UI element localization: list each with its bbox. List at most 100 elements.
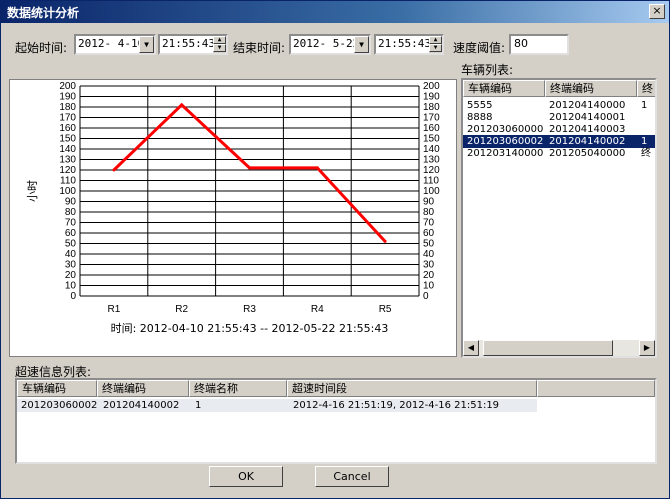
speed-threshold-input[interactable]: 80 — [509, 34, 569, 55]
y-tick-label-left: 110 — [60, 176, 76, 187]
y-tick-label-left: 180 — [59, 102, 76, 113]
end-time-picker[interactable]: 21:55:43 ▲ ▼ — [374, 34, 444, 55]
x-tick-label: R3 — [243, 304, 256, 315]
x-tick-label: R1 — [108, 304, 121, 315]
column-header-terminal-name[interactable]: 终端名称 — [189, 380, 287, 397]
cell-terminal-code: 201205040000 — [549, 148, 626, 159]
line-chart: 0 010 1020 2030 3040 4050 5060 6070 7080 8090 9010… — [26, 81, 440, 335]
column-header-vehicle-code[interactable]: 车辆编码 — [463, 80, 545, 97]
x-tick-label: R4 — [311, 304, 324, 315]
end-time-value: 21:55:43 — [378, 37, 431, 50]
data-point — [112, 168, 116, 172]
end-date-picker[interactable]: 2012- 5-22 ▼ — [289, 34, 371, 55]
horizontal-scrollbar[interactable]: ◀ ▶ — [463, 340, 655, 356]
close-button[interactable]: × — [649, 4, 665, 19]
data-point — [248, 166, 251, 170]
column-header-terminal-code[interactable]: 终端编码 — [545, 80, 637, 97]
y-tick-label-right: 110 — [423, 176, 439, 187]
y-tick-label-left: 170 — [59, 113, 76, 124]
y-tick-label-left: 50 — [65, 239, 77, 250]
table-row[interactable]: 201203060002 201204140002 1 2012-4-16 21… — [17, 399, 537, 412]
column-header-empty — [537, 380, 655, 397]
start-time-label: 起始时间: — [15, 41, 68, 55]
statistics-dialog: 数据统计分析 × 起始时间: 2012- 4-10 ▼ 21:55:43 ▲ ▼… — [0, 0, 670, 499]
start-time-value: 21:55:43 — [162, 37, 215, 50]
y-tick-label-right: 50 — [423, 239, 435, 250]
y-tick-label-right: 70 — [423, 218, 435, 229]
data-point — [180, 103, 184, 107]
ok-button[interactable]: OK — [209, 466, 283, 487]
y-tick-label-right: 0 — [423, 291, 429, 302]
y-tick-label-right: 130 — [423, 155, 440, 166]
spin-down-icon[interactable]: ▼ — [429, 44, 442, 52]
spin-down-icon[interactable]: ▼ — [213, 44, 226, 52]
y-tick-label-left: 100 — [59, 186, 76, 197]
cell-terminal-code: 201204140002 — [103, 400, 180, 411]
y-tick-label-right: 120 — [423, 165, 440, 176]
column-header-vehicle-code[interactable]: 车辆编码 — [17, 380, 97, 397]
start-date-value: 2012- 4-10 — [78, 37, 145, 50]
start-time-spinner[interactable]: ▲ ▼ — [213, 36, 226, 53]
spin-up-icon[interactable]: ▲ — [429, 36, 442, 44]
y-tick-label-left: 70 — [65, 218, 77, 229]
dropdown-arrow-icon[interactable]: ▼ — [354, 36, 369, 53]
y-tick-label-left: 20 — [65, 270, 77, 281]
y-tick-label-left: 150 — [59, 134, 76, 145]
cancel-button[interactable]: Cancel — [315, 466, 389, 487]
y-tick-label-left: 40 — [65, 249, 77, 260]
y-tick-label-left: 200 — [59, 81, 76, 92]
y-tick-label-right: 140 — [423, 144, 440, 155]
dropdown-arrow-icon[interactable]: ▼ — [139, 36, 154, 53]
y-tick-label-right: 20 — [423, 270, 435, 281]
y-tick-label-left: 130 — [59, 155, 76, 166]
column-header-overspeed-period[interactable]: 超速时间段 — [287, 380, 537, 397]
y-tick-label-right: 180 — [423, 102, 440, 113]
y-tick-label-left: 140 — [59, 144, 76, 155]
y-tick-label-right: 90 — [423, 197, 435, 208]
series-line — [112, 102, 387, 243]
y-tick-label-right: 60 — [423, 228, 435, 239]
cell-terminal-name: 1 — [195, 400, 202, 411]
spin-up-icon[interactable]: ▲ — [213, 36, 226, 44]
y-tick-label-left: 160 — [59, 123, 76, 134]
end-date-value: 2012- 5-22 — [293, 37, 360, 50]
x-tick-label: R5 — [379, 304, 392, 315]
overspeed-list[interactable]: 车辆编码 终端编码 终端名称 超速时间段 201203060002 201204… — [15, 378, 657, 464]
vehicle-list[interactable]: 车辆编码 终端编码 终 5555 201204140000 1 8888 2012041… — [461, 78, 657, 358]
y-tick-label-right: 10 — [423, 281, 435, 292]
window-title: 数据统计分析 — [7, 6, 80, 20]
y-tick-label-right: 160 — [423, 123, 440, 134]
column-header-terminal-name[interactable]: 终 — [637, 80, 655, 97]
cell-overspeed-period: 2012-4-16 21:51:19, 2012-4-16 21:51:19 — [293, 400, 500, 411]
scrollbar-thumb[interactable] — [483, 340, 613, 356]
start-date-picker[interactable]: 2012- 4-10 ▼ — [74, 34, 156, 55]
y-tick-label-right: 190 — [423, 92, 440, 103]
y-tick-label-right: 40 — [423, 249, 435, 260]
y-tick-label-left: 0 — [70, 291, 76, 302]
y-tick-label-right: 170 — [423, 113, 440, 124]
x-tick-label: R2 — [175, 304, 188, 315]
end-time-label: 结束时间: — [233, 41, 286, 55]
title-bar: 数据统计分析 × — [1, 1, 669, 23]
vehicle-row[interactable]: 201203140000 201205040000 终 — [463, 147, 655, 160]
y-tick-label-right: 150 — [423, 134, 440, 145]
column-header-terminal-code[interactable]: 终端编码 — [97, 380, 189, 397]
y-tick-label-left: 90 — [65, 197, 77, 208]
y-tick-label-left: 60 — [65, 228, 77, 239]
end-time-spinner[interactable]: ▲ ▼ — [429, 36, 442, 53]
y-tick-label-right: 200 — [423, 81, 440, 92]
y-tick-label-left: 120 — [59, 165, 76, 176]
data-point — [315, 166, 319, 170]
x-axis-label: 时间: 2012-04-10 21:55:43 -- 2012-05-22 21… — [111, 322, 389, 335]
y-tick-label-right: 30 — [423, 260, 435, 271]
scroll-left-icon[interactable]: ◀ — [463, 340, 479, 356]
y-tick-label-right: 80 — [423, 207, 435, 218]
speed-chart: 0 0 10 10 20 20 30 30 40 40 50 50 60 60 70 70 80 80 90 90 10… — [9, 79, 457, 357]
cell-terminal-name: 终 — [641, 148, 651, 159]
y-tick-label-left: 10 — [65, 281, 77, 292]
speed-threshold-label: 速度阈值: — [453, 41, 506, 55]
scroll-right-icon[interactable]: ▶ — [639, 340, 655, 356]
cell-vehicle-code: 201203140000 — [467, 148, 544, 159]
y-tick-label-left: 80 — [65, 207, 77, 218]
start-time-picker[interactable]: 21:55:43 ▲ ▼ — [158, 34, 228, 55]
